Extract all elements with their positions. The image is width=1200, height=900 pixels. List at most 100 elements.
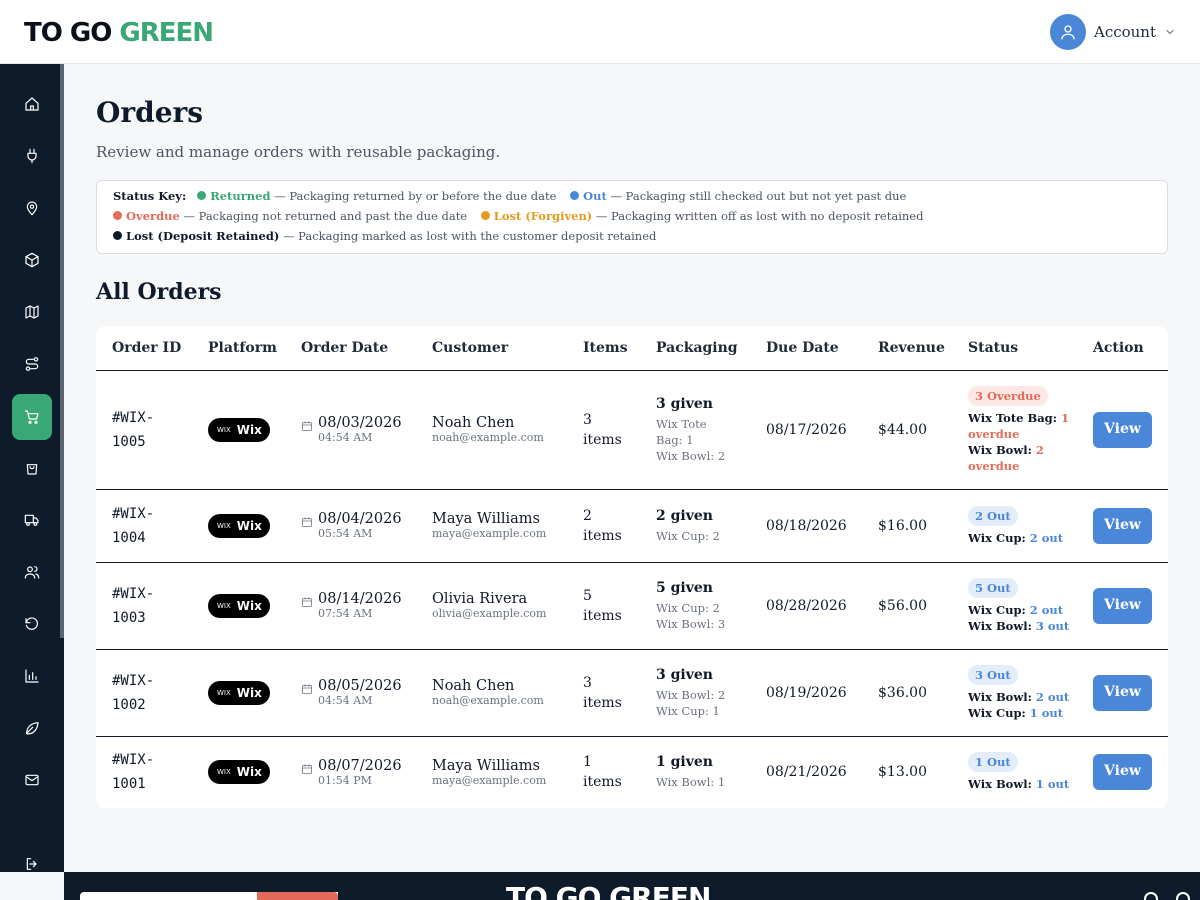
col-header[interactable]: Packaging: [640, 326, 750, 371]
logout-icon: [26, 858, 37, 870]
status-line: Wix Bowl: 1 out: [968, 776, 1077, 792]
col-header[interactable]: Revenue: [862, 326, 952, 371]
items-unit: items: [583, 527, 622, 544]
status-key-overdue: Overdue — Packaging not returned and pas…: [113, 209, 467, 223]
order-date: 08/03/2026: [318, 415, 402, 431]
route-icon: [25, 357, 39, 371]
sidebar-item-messages[interactable]: [12, 760, 52, 800]
platform-badge-small: WIX: [217, 425, 231, 434]
due-date-cell: 08/18/2026: [750, 489, 862, 563]
items-count: 1: [583, 754, 592, 771]
status-badge: 3 Overdue: [968, 385, 1048, 406]
order-date: 08/04/2026: [318, 511, 402, 527]
status-key-label: Status Key:: [113, 189, 187, 203]
col-header[interactable]: Status: [952, 326, 1077, 371]
items-cell: 3 items: [567, 649, 640, 737]
customer-name: Maya Williams: [432, 511, 540, 527]
customer-cell: Noah Chen noah@example.com: [416, 370, 567, 490]
sidebar-item-integrations[interactable]: [12, 136, 52, 176]
action-cell: View: [1077, 489, 1168, 563]
platform-cell: WIX Wix: [192, 649, 285, 737]
home-icon: [25, 97, 39, 111]
sidebar-item-analytics[interactable]: [12, 656, 52, 696]
due-date-cell: 08/19/2026: [750, 649, 862, 737]
sidebar-item-returns[interactable]: [12, 604, 52, 644]
status-cell: 2 Out Wix Cup: 2 out: [952, 489, 1077, 563]
packaging-line: Wix Cup: 1: [656, 703, 720, 718]
packaging-line: Wix Bowl: 1: [656, 775, 726, 790]
action-cell: View: [1077, 649, 1168, 737]
sidebar-item-inventory[interactable]: [12, 240, 52, 280]
table-row: #WIX- 1001 WIX Wix 08/07/2026 01:54 PM Maya…: [96, 736, 1168, 808]
status-line-value: 2: [1035, 442, 1044, 457]
view-order-button[interactable]: View: [1093, 674, 1152, 711]
col-header[interactable]: Platform: [192, 326, 285, 371]
view-order-button[interactable]: View: [1093, 587, 1152, 624]
social-icon[interactable]: [1144, 892, 1158, 900]
col-header[interactable]: Order ID: [96, 326, 192, 371]
returned-dot-icon: [197, 191, 207, 200]
mail-icon: [25, 774, 39, 786]
sidebar-item-sustainability[interactable]: [12, 708, 52, 748]
order-id-prefix: #WIX-: [112, 585, 155, 602]
status-badge: 3 Out: [968, 664, 1018, 685]
revenue-cell: $36.00: [862, 649, 952, 737]
sidebar-item-customers[interactable]: [12, 552, 52, 592]
social-icon[interactable]: [1176, 892, 1190, 900]
packaging-given: 3 given: [656, 666, 713, 683]
sidebar-item-routes[interactable]: [12, 344, 52, 384]
view-order-button[interactable]: View: [1093, 754, 1152, 791]
platform-badge-small: WIX: [217, 601, 231, 610]
customer-name: Maya Williams: [432, 757, 540, 774]
sidebar-item-delivery[interactable]: [12, 500, 52, 540]
bar-chart-icon: [25, 669, 39, 683]
items-count: 2: [583, 507, 592, 524]
revenue-cell: $13.00: [878, 764, 927, 781]
col-header[interactable]: Due Date: [750, 326, 862, 371]
action-cell: View: [1077, 736, 1168, 808]
items-unit: items: [583, 694, 622, 711]
status-line-label: Wix Bowl:: [968, 689, 1036, 704]
map-icon: [25, 305, 39, 319]
sidebar-item-shop[interactable]: [12, 448, 52, 488]
calendar-icon: [301, 415, 313, 444]
status-name: Lost (Deposit Retained): [126, 229, 280, 243]
status-line-value: 2 out: [1029, 530, 1064, 545]
packaging-cell: 3 given Wix Bowl: 2 Wix Cup: 1: [640, 649, 750, 737]
brand-logo[interactable]: TO GO GREEN: [24, 18, 214, 48]
platform-cell: WIX Wix: [192, 489, 285, 563]
customer-name: Noah Chen: [432, 415, 515, 431]
status-desc: — Packaging marked as lost with the cust…: [279, 229, 657, 243]
order-time: 05:54 AM: [318, 527, 373, 540]
sidebar-item-orders[interactable]: [12, 394, 52, 440]
sidebar-item-locations[interactable]: [12, 188, 52, 228]
view-order-button[interactable]: View: [1093, 411, 1152, 448]
col-header[interactable]: Items: [567, 326, 640, 371]
sidebar-item-home[interactable]: [12, 84, 52, 124]
customer-cell: Olivia Rivera olivia@example.com: [416, 562, 567, 650]
status-line-suffix: overdue: [968, 458, 1020, 473]
col-header[interactable]: Customer: [416, 326, 567, 371]
sidebar-item-map[interactable]: [12, 292, 52, 332]
account-menu[interactable]: Account: [1049, 14, 1176, 50]
platform-badge-name: Wix: [236, 518, 262, 533]
status-line-value: 1 out: [1029, 705, 1064, 720]
logo-green-text: GREEN: [119, 18, 214, 48]
status-line-value: 2 out: [1029, 602, 1064, 617]
status-line: Wix Bowl: 3 out: [968, 618, 1077, 634]
newsletter-subscribe-button[interactable]: [257, 892, 338, 900]
platform-badge-small: WIX: [217, 521, 231, 530]
items-unit: items: [583, 607, 622, 624]
out-dot-icon: [570, 191, 580, 200]
col-header[interactable]: Order Date: [285, 326, 416, 371]
status-cell: 1 Out Wix Bowl: 1 out: [952, 736, 1077, 808]
customer-email: maya@example.com: [432, 773, 547, 787]
view-order-button[interactable]: View: [1093, 507, 1152, 544]
customer-name: Olivia Rivera: [432, 591, 528, 607]
chevron-down-icon: [1166, 29, 1174, 35]
sidebar-item-logout[interactable]: [12, 844, 52, 884]
forgiven-dot-icon: [480, 211, 490, 220]
order-id-number: 1001: [112, 776, 146, 793]
sidebar-scrollbar[interactable]: [60, 64, 64, 638]
section-title: All Orders: [96, 279, 222, 305]
